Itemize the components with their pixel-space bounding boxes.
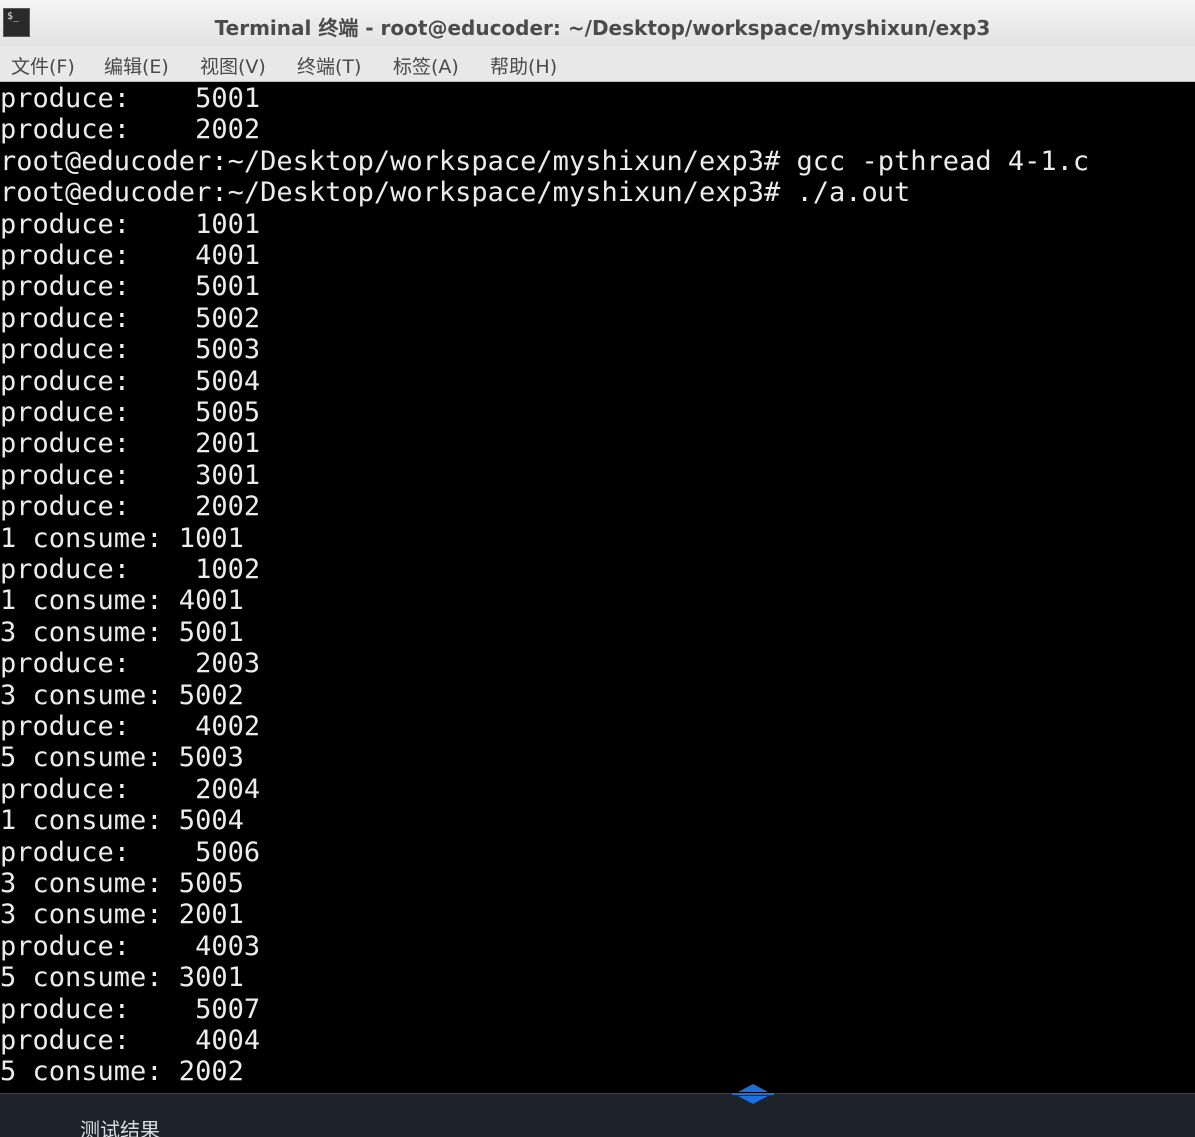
terminal-line: produce: 3001	[0, 459, 261, 491]
terminal-line: 1 consume: 4001	[0, 585, 244, 617]
terminal-line: 1 consume: 1001	[0, 522, 244, 554]
menu-terminal[interactable]: 终端(T)	[297, 52, 361, 79]
terminal-line: produce: 5002	[0, 302, 261, 334]
menu-help[interactable]: 帮助(H)	[490, 52, 557, 79]
terminal-line: 5 consume: 5003	[0, 742, 244, 774]
menu-file[interactable]: 文件(F)	[11, 52, 75, 79]
terminal-line: 1 consume: 5004	[0, 805, 244, 837]
test-results-panel: 测试结果	[0, 1093, 1195, 1137]
terminal-line: 5 consume: 2002	[0, 1056, 244, 1088]
terminal-line: produce: 2001	[0, 428, 261, 460]
terminal-line: produce: 4002	[0, 711, 261, 742]
resize-handle-icon[interactable]	[730, 1081, 776, 1107]
terminal-line: produce: 2002	[0, 114, 261, 146]
window-title: Terminal 终端 - root@educoder: ~/Desktop/w…	[214, 16, 991, 40]
terminal-line: 5 consume: 3001	[0, 962, 244, 994]
terminal-line: produce: 1002	[0, 554, 261, 585]
terminal-line: 3 consume: 5002	[0, 679, 244, 711]
terminal-line: produce: 5007	[0, 993, 261, 1025]
terminal-line: produce: 5004	[0, 365, 261, 397]
terminal-line: produce: 5001	[0, 271, 261, 303]
terminal-line: 3 consume: 5005	[0, 868, 244, 899]
terminal-line: produce: 2002	[0, 491, 261, 523]
terminal-line: produce: 5006	[0, 836, 261, 868]
terminal-line: produce: 5001	[0, 83, 261, 114]
terminal-line: produce: 2003	[0, 648, 261, 680]
test-results-tab[interactable]: 测试结果	[80, 1114, 160, 1137]
resize-bar	[732, 1093, 774, 1095]
terminal-line: produce: 1001	[0, 208, 261, 240]
terminal-line: 3 consume: 2001	[0, 899, 244, 931]
terminal-window: $_ Terminal 终端 - root@educoder: ~/Deskto…	[0, 0, 1195, 1137]
menu-bar: 文件(F) 编辑(E) 视图(V) 终端(T) 标签(A) 帮助(H)	[0, 46, 1195, 82]
terminal-line: produce: 5003	[0, 334, 261, 366]
terminal-output[interactable]: produce: 5001 produce: 2002 root@educoder:…	[0, 82, 1195, 1093]
resize-down-arrow	[738, 1096, 768, 1104]
resize-up-arrow	[738, 1084, 768, 1092]
terminal-line: root@educoder:~/Desktop/workspace/myshix…	[0, 145, 1090, 177]
menu-view[interactable]: 视图(V)	[200, 52, 266, 79]
resize-handle-svg	[732, 1084, 774, 1104]
terminal-line: root@educoder:~/Desktop/workspace/myshix…	[0, 177, 911, 209]
terminal-line: produce: 4004	[0, 1025, 261, 1056]
terminal-line: produce: 2004	[0, 773, 261, 805]
terminal-line: produce: 4003	[0, 930, 261, 962]
menu-tabs[interactable]: 标签(A)	[393, 52, 459, 79]
terminal-line: 3 consume: 5001	[0, 616, 244, 648]
terminal-line: produce: 5005	[0, 397, 261, 428]
menu-edit[interactable]: 编辑(E)	[104, 52, 169, 79]
title-bar[interactable]: $_ Terminal 终端 - root@educoder: ~/Deskto…	[0, 0, 1195, 46]
terminal-line: produce: 4001	[0, 240, 261, 271]
